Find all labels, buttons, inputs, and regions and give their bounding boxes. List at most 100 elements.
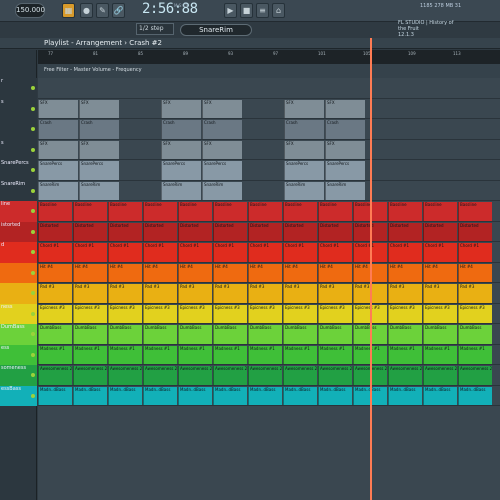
track-mute-led-icon[interactable] — [31, 291, 35, 295]
pattern-clip[interactable]: Pad #3 — [108, 284, 142, 303]
pattern-clip[interactable]: Bassline — [283, 202, 317, 221]
track-header[interactable]: line — [0, 201, 37, 222]
pattern-clip[interactable]: SFX — [38, 140, 78, 159]
pattern-clip[interactable]: Hit #4 — [388, 263, 422, 282]
pattern-clip[interactable]: Hit #4 — [178, 263, 212, 282]
pattern-clip[interactable]: Chord #1 — [213, 243, 247, 262]
track-header[interactable]: SnareRim — [0, 180, 37, 201]
pattern-clip[interactable]: Chord #1 — [73, 243, 107, 262]
pattern-clip[interactable]: SFX — [38, 99, 78, 118]
pattern-clip[interactable]: Madness #1 — [178, 345, 212, 364]
pattern-clip[interactable]: Madness #1 — [458, 345, 492, 364]
automation-lane[interactable]: Free Filter - Master Volume - Frequency — [38, 64, 500, 78]
pattern-clip[interactable]: Crash — [38, 120, 78, 139]
pattern-clip[interactable]: Pad #3 — [283, 284, 317, 303]
pattern-clip[interactable]: Chord #1 — [458, 243, 492, 262]
track-mute-led-icon[interactable] — [31, 209, 35, 213]
current-channel-display[interactable]: SnareRim — [180, 24, 252, 36]
pattern-clip[interactable]: Awesomeness 2 — [213, 366, 247, 385]
track-header[interactable]: DumBass — [0, 324, 37, 345]
pattern-clip[interactable]: Chord #1 — [178, 243, 212, 262]
stop-icon[interactable]: ■ — [240, 3, 253, 18]
pattern-clip[interactable]: Bassline — [108, 202, 142, 221]
pattern-clip[interactable]: Epicness #3 — [318, 304, 352, 323]
track-header[interactable]: istorted — [0, 221, 37, 242]
pattern-clip[interactable]: Distorted — [318, 222, 352, 241]
pattern-clip[interactable]: SnareRim — [325, 181, 365, 200]
pattern-clip[interactable]: Hit #4 — [73, 263, 107, 282]
pattern-clip[interactable]: Hit #4 — [108, 263, 142, 282]
pattern-clip[interactable]: SFX — [325, 140, 365, 159]
pattern-clip[interactable]: SFX — [202, 140, 242, 159]
link-icon[interactable]: 🔗 — [112, 3, 125, 18]
pattern-clip[interactable]: Epicness #3 — [108, 304, 142, 323]
pattern-clip[interactable]: Epicness #3 — [248, 304, 282, 323]
pattern-clip[interactable]: SnarePercs — [161, 161, 201, 180]
pattern-clip[interactable]: SnarePercs — [79, 161, 119, 180]
pattern-clip[interactable]: Hit #4 — [458, 263, 492, 282]
pattern-clip[interactable]: Crash — [202, 120, 242, 139]
pattern-clip[interactable]: Madness #1 — [283, 345, 317, 364]
pattern-clip[interactable]: Bassline — [423, 202, 457, 221]
pattern-clip[interactable]: SnarePercs — [38, 161, 78, 180]
pattern-clip[interactable]: Crash — [79, 120, 119, 139]
pattern-clip[interactable]: Epicness #3 — [423, 304, 457, 323]
pattern-song-toggle-icon[interactable]: ▦ — [62, 3, 75, 18]
pattern-clip[interactable]: Chord #1 — [388, 243, 422, 262]
pattern-clip[interactable]: Awesomeness 2 — [178, 366, 212, 385]
track-header[interactable]: ess — [0, 344, 37, 365]
pattern-clip[interactable]: Chord #1 — [283, 243, 317, 262]
track-mute-led-icon[interactable] — [31, 86, 35, 90]
track-mute-led-icon[interactable] — [31, 270, 35, 275]
pattern-clip[interactable]: Awesomeness 2 — [458, 366, 492, 385]
pattern-clip[interactable]: Madn..dBass — [318, 386, 352, 405]
pattern-clip[interactable]: Distorted — [248, 222, 282, 241]
pattern-clip[interactable]: Madn..dBass — [108, 386, 142, 405]
pattern-clip[interactable]: Awesomeness 2 — [388, 366, 422, 385]
pattern-clip[interactable]: Epicness #3 — [178, 304, 212, 323]
pattern-clip[interactable]: Awesomeness 2 — [73, 366, 107, 385]
pattern-clip[interactable]: Distorted — [283, 222, 317, 241]
pattern-clip[interactable]: Madn..dBass — [143, 386, 177, 405]
pattern-clip[interactable]: Distorted — [73, 222, 107, 241]
track-header[interactable]: essBass — [0, 385, 37, 406]
pattern-clip[interactable]: DumbBass — [178, 325, 212, 344]
pattern-clip[interactable]: DumbBass — [388, 325, 422, 344]
pattern-clip[interactable]: Madness #1 — [248, 345, 282, 364]
pattern-clip[interactable]: SnarePercs — [284, 161, 324, 180]
pattern-clip[interactable]: Pad #3 — [388, 284, 422, 303]
play-icon[interactable]: ▶ — [224, 3, 237, 18]
pattern-clip[interactable]: Madn..dBass — [283, 386, 317, 405]
pattern-clip[interactable]: Bassline — [458, 202, 492, 221]
pattern-clip[interactable]: Madn..dBass — [458, 386, 492, 405]
track-header[interactable] — [0, 119, 37, 140]
paint-icon[interactable]: ✎ — [96, 3, 109, 18]
pattern-clip[interactable]: Pad #3 — [143, 284, 177, 303]
pattern-clip[interactable]: Pad #3 — [458, 284, 492, 303]
pattern-clip[interactable]: Pad #3 — [318, 284, 352, 303]
pattern-clip[interactable]: Distorted — [423, 222, 457, 241]
pattern-clip[interactable]: Chord #1 — [38, 243, 72, 262]
pattern-clip[interactable]: SnarePercs — [325, 161, 365, 180]
timeline-ruler[interactable]: 77 81 85 89 93 97 101 105 109 113 — [38, 50, 500, 64]
pattern-clip[interactable]: Distorted — [388, 222, 422, 241]
playlist-grid[interactable]: SFX SFX SFX SFX SFX SFX Crash Crash Crash Crash Cr… — [38, 78, 500, 500]
pattern-clip[interactable]: Madn..dBass — [423, 386, 457, 405]
track-header[interactable] — [0, 283, 37, 304]
pattern-clip[interactable]: Epicness #3 — [388, 304, 422, 323]
pattern-clip[interactable]: Pad #3 — [38, 284, 72, 303]
pattern-clip[interactable]: DumbBass — [143, 325, 177, 344]
pattern-clip[interactable]: Awesomeness 2 — [283, 366, 317, 385]
track-mute-led-icon[interactable] — [31, 393, 35, 398]
pattern-clip[interactable]: Chord #1 — [318, 243, 352, 262]
pattern-clip[interactable]: Awesomeness 2 — [143, 366, 177, 385]
track-header[interactable]: r — [0, 78, 37, 99]
pattern-clip[interactable]: Bassline — [38, 202, 72, 221]
pattern-clip[interactable]: Madn..dBass — [38, 386, 72, 405]
pattern-clip[interactable]: Chord #1 — [423, 243, 457, 262]
playlist-titlebar[interactable]: Playlist - Arrangement › Crash #2 — [0, 38, 500, 49]
pattern-clip[interactable]: Madness #1 — [318, 345, 352, 364]
pattern-clip[interactable]: Awesomeness 2 — [38, 366, 72, 385]
track-mute-led-icon[interactable] — [31, 188, 35, 193]
pattern-clip[interactable]: Madness #1 — [423, 345, 457, 364]
